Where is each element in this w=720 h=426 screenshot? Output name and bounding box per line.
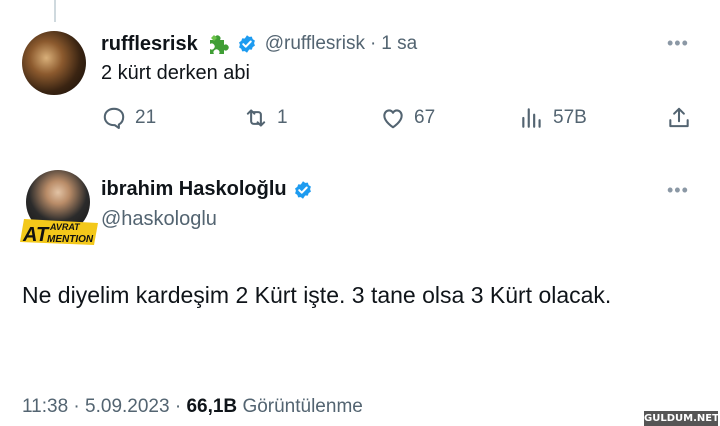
separator: ·: [174, 396, 182, 417]
retweet-count: 1: [277, 107, 288, 128]
avatar[interactable]: AT AVRAT MENTION: [20, 170, 98, 248]
tweet-text: 2 kürt derken abi: [101, 62, 250, 84]
share-button[interactable]: [666, 103, 692, 133]
views-button[interactable]: 57B: [519, 103, 587, 133]
comment-icon: [103, 107, 125, 129]
verified-icon: [237, 34, 257, 54]
main-header: ibrahim Haskoloğlu: [101, 178, 313, 201]
reply-count: 21: [135, 107, 157, 128]
tweet-time[interactable]: 11:38: [22, 396, 68, 417]
author-name[interactable]: ibrahim Haskoloğlu: [101, 178, 287, 201]
views-count: 57B: [553, 107, 587, 128]
author-handle[interactable]: @rufflesrisk: [265, 33, 365, 55]
retweet-icon: [246, 109, 266, 127]
puzzle-icon: [205, 31, 231, 57]
watermark: GULDUM.NET: [644, 411, 719, 426]
at-mention-logo: AT AVRAT MENTION: [20, 219, 98, 246]
thread-line: [54, 0, 56, 22]
tweet-meta: 11:38 · 5.09.2023 · 66,1B Görüntülenme: [22, 396, 363, 418]
svg-text:AT: AT: [22, 224, 50, 246]
verified-icon: [293, 180, 313, 200]
more-options-icon[interactable]: •••: [667, 180, 689, 201]
more-options-icon[interactable]: •••: [667, 33, 689, 54]
like-button[interactable]: 67: [380, 103, 435, 133]
like-count: 67: [414, 107, 436, 128]
svg-text:AVRAT: AVRAT: [49, 222, 81, 232]
reply-header: rufflesrisk @rufflesrisk · 1 sa: [101, 31, 417, 57]
tweet-text: Ne diyelim kardeşim 2 Kürt işte. 3 tane …: [22, 282, 612, 308]
timestamp[interactable]: 1 sa: [381, 33, 417, 55]
reply-button[interactable]: 21: [101, 103, 156, 133]
heart-icon: [383, 109, 403, 129]
retweet-button[interactable]: 1: [243, 103, 288, 133]
analytics-icon: [522, 108, 541, 128]
share-icon: [669, 107, 689, 128]
tweet-date[interactable]: 5.09.2023: [85, 396, 170, 417]
author-handle[interactable]: @haskologlu: [101, 208, 217, 231]
views-label: Görüntülenme: [242, 396, 363, 417]
separator: ·: [73, 396, 80, 417]
svg-text:MENTION: MENTION: [47, 234, 94, 245]
avatar[interactable]: [22, 31, 86, 95]
author-name[interactable]: rufflesrisk: [101, 33, 198, 56]
views-total: 66,1B: [186, 396, 238, 417]
separator: ·: [369, 33, 377, 54]
